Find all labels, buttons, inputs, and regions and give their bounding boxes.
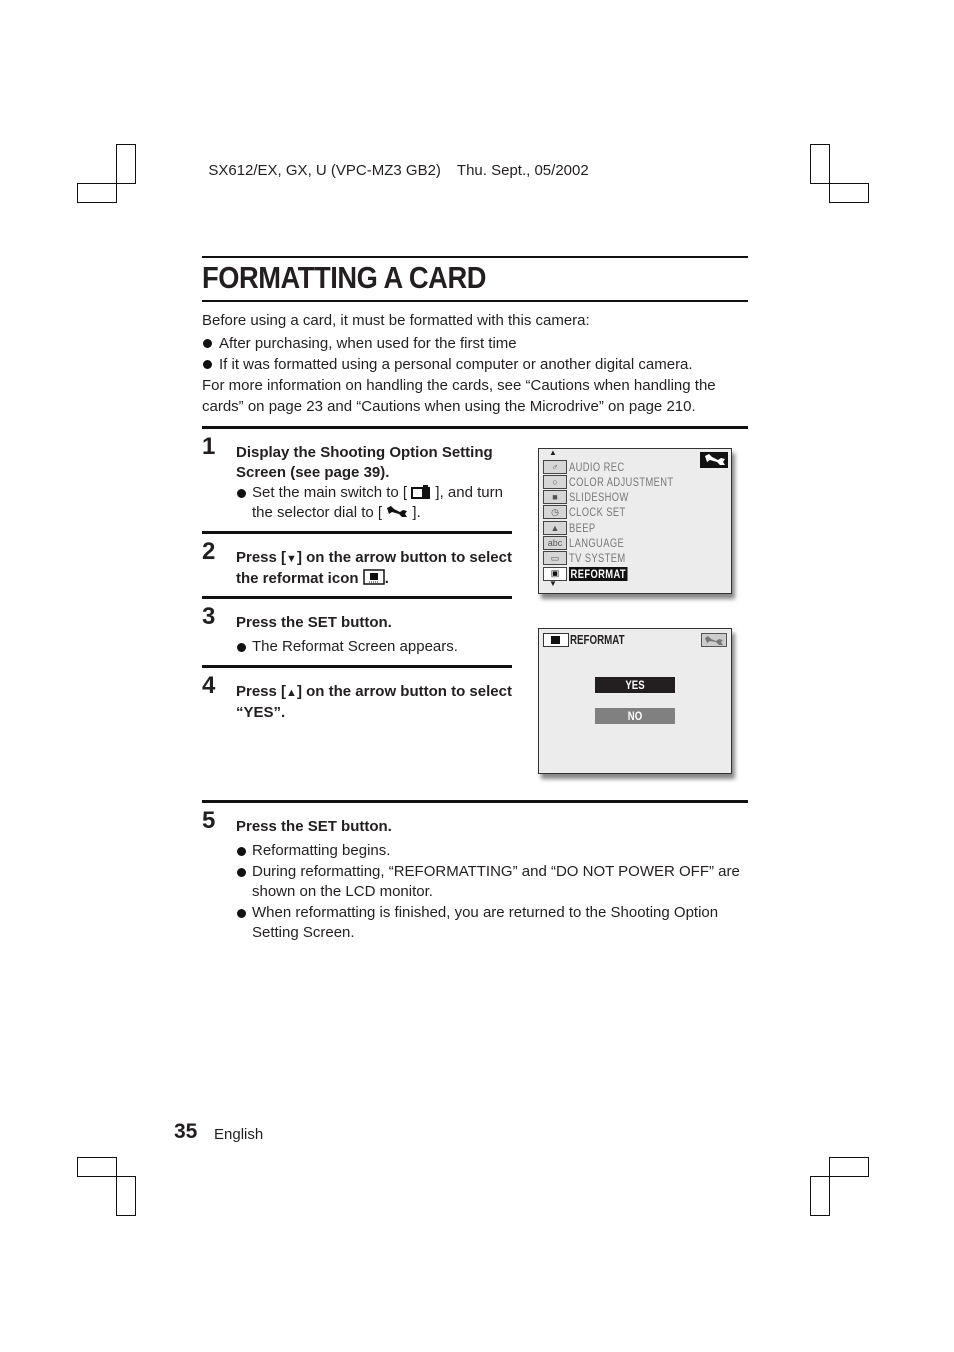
- menu-item-label: TV SYSTEM: [569, 551, 626, 566]
- menu-item-language[interactable]: abc LANGUAGE: [543, 536, 640, 551]
- down-arrow-icon: ▼: [286, 553, 297, 565]
- crop-mark-bottom-left: [116, 1176, 136, 1216]
- intro-bullet: If it was formatted using a personal com…: [202, 354, 752, 375]
- bullet-text: Set the main switch to [: [252, 484, 408, 501]
- step-number: 2: [202, 538, 216, 565]
- reformat-icon: [543, 633, 569, 647]
- step-heading: Press the SET button.: [236, 614, 392, 631]
- page-language: English: [214, 1126, 264, 1143]
- menu-item-label: BEEP: [569, 520, 596, 535]
- tv-icon: ▭: [543, 551, 567, 566]
- menu-item-label: COLOR ADJUSTMENT: [569, 474, 674, 489]
- intro-section: Before using a card, it must be formatte…: [202, 310, 752, 417]
- menu-item-audio-rec[interactable]: ♂ AUDIO REC: [543, 459, 640, 474]
- print-date: Thu. Sept., 05/2002: [456, 162, 589, 179]
- palette-icon: ○: [543, 474, 567, 489]
- yes-option[interactable]: YES: [595, 677, 675, 693]
- wrench-icon: [387, 506, 408, 517]
- title-rule-top: [202, 256, 748, 258]
- menu-item-label: REFORMAT: [569, 566, 628, 581]
- print-header: SX612/EX, GX, U (VPC-MZ3 GB2) Thu. Sept.,…: [200, 145, 589, 179]
- menu-item-label: CLOCK SET: [569, 505, 626, 520]
- crop-mark-bottom-right: [810, 1176, 830, 1216]
- scroll-up-icon: ▲: [549, 448, 557, 457]
- heading-text: Press [: [236, 683, 287, 700]
- menu-item-tv-system[interactable]: ▭ TV SYSTEM: [543, 551, 642, 566]
- step-number: 4: [202, 672, 216, 699]
- intro-more-info: For more information on handling the car…: [202, 377, 716, 415]
- step-bullet: Set the main switch to [ ], and turn the…: [236, 483, 506, 523]
- step-bullet: Reformatting begins.: [236, 841, 746, 861]
- yes-label: YES: [625, 678, 645, 692]
- step-body: Reformatting begins. During reformatting…: [236, 841, 746, 943]
- menu-item-color-adjustment[interactable]: ○ COLOR ADJUSTMENT: [543, 474, 703, 489]
- lcd-menu-screen: ▲ ♂ AUDIO REC ○ COLOR ADJUSTMENT ■ SLIDESHOW ◷…: [538, 448, 732, 594]
- no-option[interactable]: NO: [595, 708, 675, 724]
- scroll-down-icon: ▼: [549, 579, 557, 588]
- step-heading: Press [▼] on the arrow button to select …: [236, 548, 516, 589]
- menu-item-label: SLIDESHOW: [569, 490, 629, 505]
- step-bullet: When reformatting is finished, you are r…: [236, 903, 746, 943]
- projector-icon: ■: [543, 490, 567, 505]
- crop-mark-top-left: [77, 183, 117, 203]
- section-rule: [202, 426, 748, 429]
- menu-item-label: AUDIO REC: [569, 459, 625, 474]
- crop-mark-bottom-left: [77, 1157, 117, 1177]
- up-arrow-icon: ▲: [286, 687, 297, 699]
- no-label: NO: [627, 709, 643, 723]
- wrench-icon: [701, 633, 727, 647]
- step-bullet: The Reformat Screen appears.: [236, 637, 506, 657]
- menu-item-beep[interactable]: ▲ BEEP: [543, 520, 603, 535]
- crop-mark-top-right: [829, 183, 869, 203]
- bullet-text: ].: [412, 504, 421, 521]
- model-code: SX612/EX, GX, U (VPC-MZ3 GB2): [208, 162, 441, 179]
- step-rule: [202, 531, 512, 534]
- heading-text: Press [: [236, 549, 287, 566]
- intro-lead: Before using a card, it must be formatte…: [202, 312, 590, 329]
- page-number: 35: [174, 1120, 198, 1143]
- clock-icon: ◷: [543, 505, 567, 520]
- bell-icon: ▲: [543, 520, 567, 535]
- crop-mark-bottom-right: [829, 1157, 869, 1177]
- menu-item-slideshow[interactable]: ■ SLIDESHOW: [543, 490, 646, 505]
- step-number: 5: [202, 807, 216, 834]
- crop-mark-top-left: [116, 144, 136, 184]
- step-rule: [202, 665, 512, 668]
- step-body: The Reformat Screen appears.: [236, 637, 506, 657]
- title-rule-bottom: [202, 300, 748, 302]
- microphone-icon: ♂: [543, 459, 567, 474]
- step-heading: Press the SET button.: [236, 818, 392, 835]
- camera-mode-icon: [411, 485, 431, 499]
- step-number: 1: [202, 433, 216, 460]
- crop-mark-top-right: [810, 144, 830, 184]
- menu-item-reformat[interactable]: ▣ REFORMAT: [543, 566, 644, 581]
- step-heading: Press [▲] on the arrow button to select …: [236, 682, 516, 723]
- section-rule: [202, 800, 748, 803]
- reformat-title: REFORMAT: [570, 632, 625, 647]
- abc-icon: abc: [543, 536, 567, 550]
- lcd-reformat-screen: REFORMAT YES NO: [538, 628, 732, 774]
- step-number: 3: [202, 603, 216, 630]
- step-body: Set the main switch to [ ], and turn the…: [236, 483, 506, 523]
- reformat-icon: [362, 569, 385, 585]
- step-bullet: During reformatting, “REFORMATTING” and …: [236, 862, 746, 902]
- menu-item-label: LANGUAGE: [569, 536, 625, 550]
- step-heading: Display the Shooting Option Setting Scre…: [236, 444, 493, 481]
- menu-item-clock-set[interactable]: ◷ CLOCK SET: [543, 505, 642, 520]
- page-title: FORMATTING A CARD: [202, 260, 486, 295]
- step-rule: [202, 596, 512, 599]
- intro-bullet: After purchasing, when used for the firs…: [202, 333, 752, 354]
- heading-text: .: [384, 570, 389, 587]
- wrench-icon: [700, 452, 728, 468]
